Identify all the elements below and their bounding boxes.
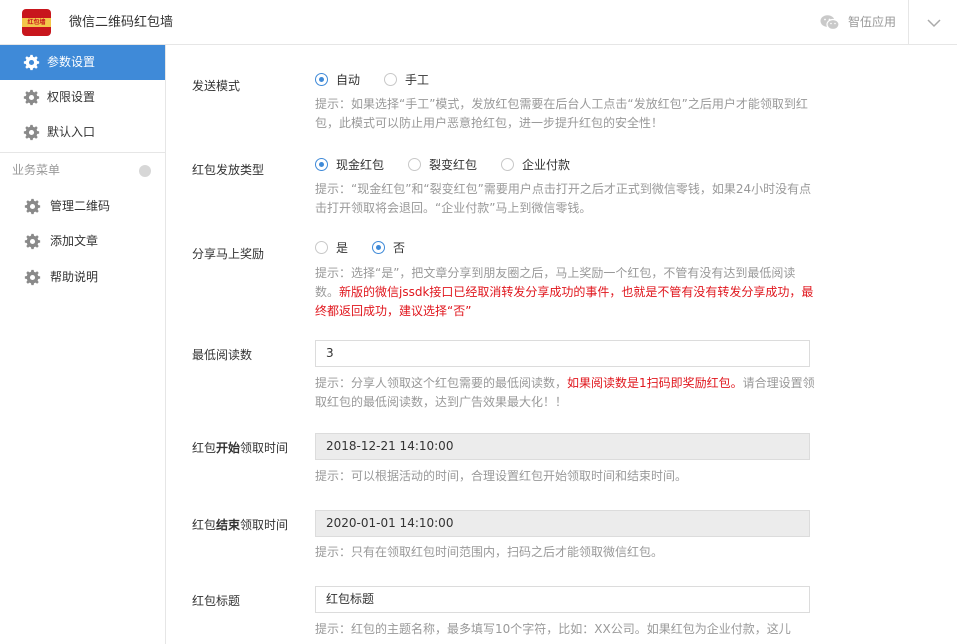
min-reads-hint: 提示：分享人领取这个红包需要的最低阅读数，如果阅读数是1扫码即奖励红包。请合理设… xyxy=(315,374,815,412)
radio-label: 手工 xyxy=(405,73,430,87)
sidebar-group-label: 业务菜单 xyxy=(12,163,61,177)
radio-dot xyxy=(501,158,515,171)
min-reads-label: 最低阅读数 xyxy=(192,348,253,362)
radio-dot xyxy=(372,241,386,254)
share-reward-radio-group: 是 否 xyxy=(315,239,429,256)
end-time-hint: 提示：只有在领取红包时间范围内，扫码之后才能领取微信红包。 xyxy=(315,545,664,559)
sidebar-item-label: 帮助说明 xyxy=(50,270,99,284)
gear-icon xyxy=(24,269,41,286)
send-mode-hint: 提示：如果选择“手工”模式，发放红包需要在后台人工点击“发放红包”之后用户才能领… xyxy=(315,97,808,130)
sidebar-item-permissions[interactable]: 权限设置 xyxy=(0,80,165,115)
sidebar: 参数设置 权限设置 默认入口 业务菜单 管理二维码 添加文章 帮助说明 xyxy=(0,45,166,644)
gear-icon xyxy=(23,89,40,106)
min-reads-input[interactable]: 3 xyxy=(315,340,810,367)
gear-icon xyxy=(23,124,40,141)
packet-title-hint: 提示：红包的主题名称，最多填写10个字符，比如：XX公司。如果红包为企业付款，这… xyxy=(315,622,791,636)
share-reward-no-radio[interactable]: 否 xyxy=(372,239,405,256)
sidebar-item-label: 默认入口 xyxy=(47,125,96,139)
sidebar-item-help[interactable]: 帮助说明 xyxy=(0,260,165,295)
packet-type-hint: 提示：“现金红包”和“裂变红包”需要用户点击打开之后才正式到微信零钱，如果24小… xyxy=(315,182,812,215)
packet-type-fission-radio[interactable]: 裂变红包 xyxy=(408,156,477,173)
send-mode-radio-group: 自动 手工 xyxy=(315,71,453,88)
min-reads-warning: 如果阅读数是1扫码即奖励红包。 xyxy=(567,376,743,390)
end-time-label: 红包结束领取时间 xyxy=(192,518,289,532)
radio-dot xyxy=(315,158,328,171)
sidebar-item-label: 参数设置 xyxy=(47,55,96,69)
radio-label: 是 xyxy=(336,241,349,255)
radio-dot xyxy=(384,73,398,86)
sidebar-item-label: 权限设置 xyxy=(47,90,96,104)
radio-label: 现金红包 xyxy=(336,158,385,172)
sidebar-item-manage-qrcode[interactable]: 管理二维码 xyxy=(0,189,165,224)
min-reads-hint-text: 提示：分享人领取这个红包需要的最低阅读数， xyxy=(315,376,568,390)
sidebar-item-label: 管理二维码 xyxy=(50,199,111,213)
start-time-input[interactable]: 2018-12-21 14:10:00 xyxy=(315,433,810,460)
app-logo-text: 红包墙 xyxy=(27,19,46,26)
gear-icon xyxy=(23,54,40,71)
radio-label: 自动 xyxy=(336,73,361,87)
header-divider xyxy=(908,0,909,45)
radio-label: 裂变红包 xyxy=(429,158,478,172)
send-mode-auto-radio[interactable]: 自动 xyxy=(315,71,360,88)
brand-link[interactable]: 智伍应用 xyxy=(820,0,896,45)
radio-label: 否 xyxy=(393,241,406,255)
radio-label: 企业付款 xyxy=(522,158,571,172)
radio-dot xyxy=(315,73,328,86)
start-time-hint: 提示：可以根据活动的时间，合理设置红包开始领取时间和结束时间。 xyxy=(315,469,688,483)
start-time-label: 红包开始领取时间 xyxy=(192,441,289,455)
sidebar-item-default-entry[interactable]: 默认入口 xyxy=(0,115,165,150)
wechat-icon xyxy=(820,15,840,31)
packet-type-label: 红包发放类型 xyxy=(192,163,265,177)
sidebar-item-add-article[interactable]: 添加文章 xyxy=(0,224,165,259)
packet-title-label: 红包标题 xyxy=(192,594,241,608)
packet-type-cash-radio[interactable]: 现金红包 xyxy=(315,156,384,173)
share-reward-warning: 新版的微信jssdk接口已经取消转发分享成功的事件，也就是不管有没有转发分享成功… xyxy=(315,285,814,318)
app-logo: 红包墙 xyxy=(22,9,51,36)
collapse-toggle[interactable] xyxy=(139,165,151,177)
brand-name: 智伍应用 xyxy=(848,15,897,29)
packet-type-enterprise-radio[interactable]: 企业付款 xyxy=(501,156,570,173)
send-mode-manual-radio[interactable]: 手工 xyxy=(384,71,429,88)
radio-dot xyxy=(315,241,328,254)
app-title: 微信二维码红包墙 xyxy=(69,15,174,30)
sidebar-divider xyxy=(0,152,165,153)
packet-type-radio-group: 现金红包 裂变红包 企业付款 xyxy=(315,156,594,173)
share-reward-hint: 提示：选择“是”，把文章分享到朋友圈之后，马上奖励一个红包，不管有没有达到最低阅… xyxy=(315,264,815,321)
gear-icon xyxy=(24,233,41,250)
chevron-down-icon[interactable] xyxy=(926,15,942,31)
end-time-input[interactable]: 2020-01-01 14:10:00 xyxy=(315,510,810,537)
share-reward-yes-radio[interactable]: 是 xyxy=(315,239,348,256)
send-mode-label: 发送模式 xyxy=(192,79,241,93)
sidebar-item-label: 添加文章 xyxy=(50,234,99,248)
radio-dot xyxy=(408,158,422,171)
gear-icon xyxy=(24,198,41,215)
top-header: 红包墙 微信二维码红包墙 智伍应用 xyxy=(0,0,957,45)
share-reward-label: 分享马上奖励 xyxy=(192,247,265,261)
packet-title-input[interactable]: 红包标题 xyxy=(315,586,810,613)
sidebar-item-params[interactable]: 参数设置 xyxy=(0,45,165,80)
